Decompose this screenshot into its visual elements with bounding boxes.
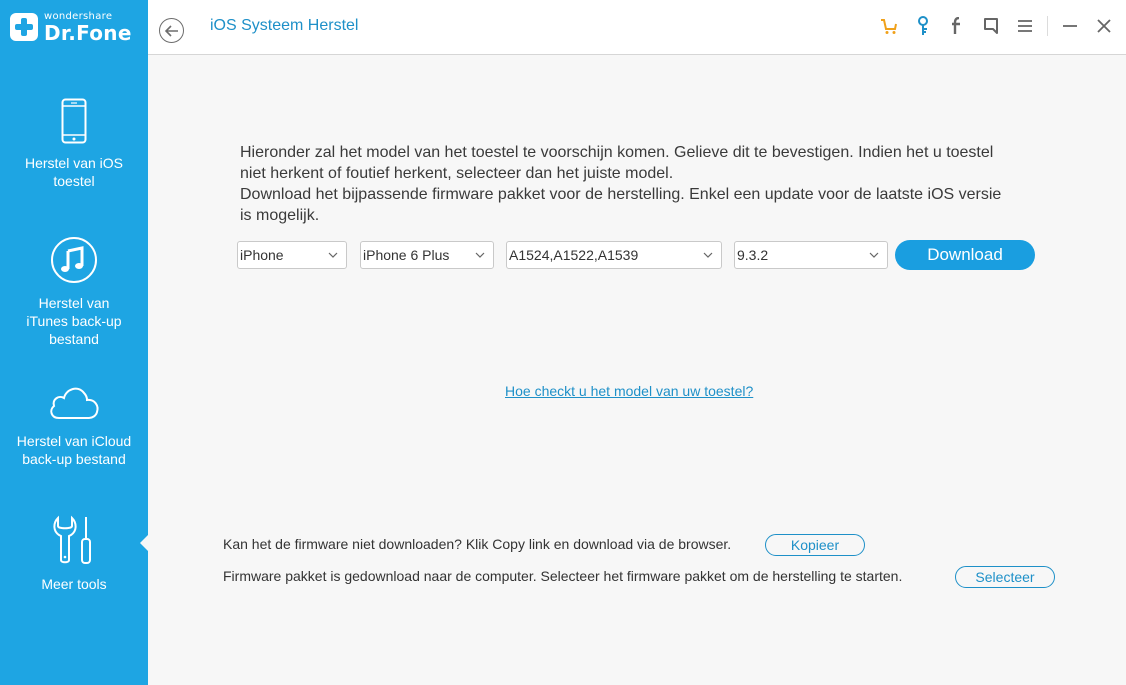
chevron-down-icon xyxy=(475,252,485,258)
app-window: wondershare Dr.Fone Herstel van iOS toes… xyxy=(0,0,1126,685)
header-toolbar xyxy=(867,14,1116,38)
logo: wondershare Dr.Fone xyxy=(10,10,132,44)
facebook-icon xyxy=(952,17,960,34)
brand-small: wondershare xyxy=(44,10,113,22)
music-note-icon xyxy=(51,237,97,283)
device-brand-select[interactable]: iPhone xyxy=(237,241,347,269)
brand-name: Dr.Fone xyxy=(44,20,132,45)
phone-icon xyxy=(61,98,87,144)
chevron-down-icon xyxy=(869,252,879,258)
select-firmware-button[interactable]: Selecteer xyxy=(955,566,1055,588)
copy-link-button[interactable]: Kopieer xyxy=(765,534,865,556)
instruction-text-2: Download het bijpassende firmware pakket… xyxy=(240,186,1002,224)
menu-button[interactable] xyxy=(1013,14,1037,38)
sidebar-item-itunes-backup[interactable]: Herstel van iTunes back-up bestand xyxy=(0,236,148,348)
close-button[interactable] xyxy=(1092,14,1116,38)
main-content: Hieronder zal het model van het toestel … xyxy=(148,56,1126,685)
close-icon xyxy=(1097,19,1111,33)
sidebar-item-label: Herstel van iOS toestel xyxy=(24,155,124,189)
check-model-help-link[interactable]: Hoe checkt u het model van uw toestel? xyxy=(505,383,753,399)
instructions: Hieronder zal het model van het toestel … xyxy=(240,142,1010,226)
ios-version-select[interactable]: 9.3.2 xyxy=(734,241,888,269)
register-key-button[interactable] xyxy=(911,14,935,38)
feedback-button[interactable] xyxy=(979,14,1003,38)
sidebar-item-icloud-backup[interactable]: Herstel van iCloud back-up bestand xyxy=(0,382,148,468)
cart-icon xyxy=(881,19,897,34)
selected-value: A1524,A1522,A1539 xyxy=(509,247,639,263)
model-number-select[interactable]: A1524,A1522,A1539 xyxy=(506,241,722,269)
sidebar-item-label: Herstel van iTunes back-up bestand xyxy=(26,295,122,347)
tools-icon xyxy=(53,515,91,564)
sidebar-item-label: Herstel van iCloud back-up bestand xyxy=(16,433,132,467)
instruction-text-1: Hieronder zal het model van het toestel … xyxy=(240,144,994,182)
key-icon xyxy=(918,16,928,35)
page-title: iOS Systeem Herstel xyxy=(210,17,359,34)
selected-value: iPhone 6 Plus xyxy=(363,247,450,263)
device-model-select[interactable]: iPhone 6 Plus xyxy=(360,241,494,269)
sidebar: wondershare Dr.Fone Herstel van iOS toes… xyxy=(0,0,148,685)
feedback-icon xyxy=(984,18,998,34)
selected-value: iPhone xyxy=(240,247,284,263)
sidebar-item-more-tools[interactable]: Meer tools xyxy=(0,515,148,593)
facebook-button[interactable] xyxy=(945,14,969,38)
toolbar-divider xyxy=(1047,16,1048,36)
sidebar-item-ios-repair[interactable]: Herstel van iOS toestel xyxy=(0,98,148,190)
download-button[interactable]: Download xyxy=(895,240,1035,270)
selected-value: 9.3.2 xyxy=(737,247,769,263)
chevron-down-icon xyxy=(703,252,713,258)
header: iOS Systeem Herstel xyxy=(148,0,1126,55)
minimize-button[interactable] xyxy=(1058,14,1082,38)
chevron-down-icon xyxy=(328,252,338,258)
copy-link-text: Kan het de firmware niet downloaden? Kli… xyxy=(223,536,732,552)
active-indicator xyxy=(140,535,148,551)
sidebar-item-label: Meer tools xyxy=(41,576,107,592)
select-firmware-text: Firmware pakket is gedownload naar de co… xyxy=(223,568,903,584)
menu-icon xyxy=(1018,20,1032,32)
minimize-icon xyxy=(1063,25,1077,27)
cart-button[interactable] xyxy=(877,14,901,38)
drfone-logo-icon xyxy=(10,13,38,41)
back-button[interactable] xyxy=(159,18,184,43)
arrow-left-icon xyxy=(164,24,178,37)
cloud-icon xyxy=(50,387,99,419)
